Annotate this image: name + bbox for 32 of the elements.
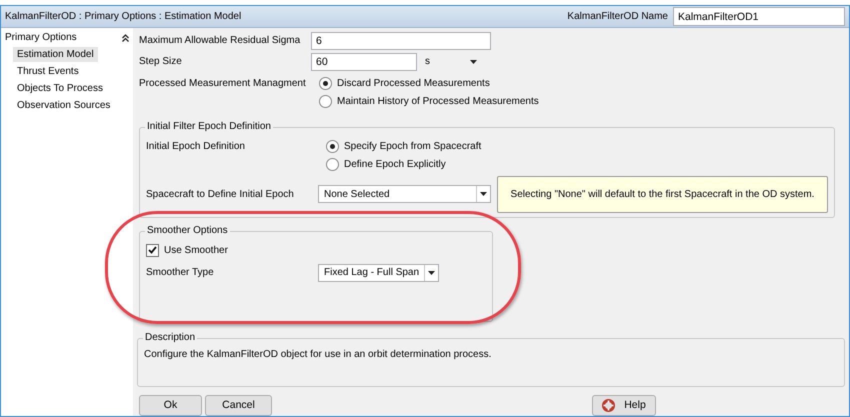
- description-text: Configure the KalmanFilterOD object for use in an orbit determination process.: [144, 348, 492, 362]
- sidebar-item[interactable]: Estimation Model: [13, 47, 98, 62]
- input-field[interactable]: 60: [311, 52, 417, 70]
- info-note: Selecting "None" will default to the first Spacecraft in the OD system.: [497, 176, 828, 212]
- field-label: Smoother Type: [146, 266, 215, 280]
- group-title: Initial Filter Epoch Definition: [145, 120, 273, 132]
- sidebar-item[interactable]: Observation Sources: [13, 98, 114, 113]
- option-label: Specify Epoch from Spacecraft: [344, 140, 482, 154]
- option-label: Define Epoch Explicitly: [344, 158, 446, 172]
- field-label: Processed Measurement Managment: [139, 76, 307, 90]
- option-label: Discard Processed Measurements: [337, 77, 490, 91]
- sidebar-heading[interactable]: Primary Options: [5, 30, 77, 45]
- input-field[interactable]: 6: [311, 32, 491, 50]
- spacecraft-dropdown[interactable]: None Selected: [318, 185, 491, 203]
- unit-dropdown[interactable]: s: [420, 52, 480, 70]
- name-label: KalmanFilterOD Name: [567, 10, 668, 24]
- name-field[interactable]: KalmanFilterOD1: [673, 7, 845, 26]
- field-label: Initial Epoch Definition: [146, 140, 246, 154]
- field-label: Spacecraft to Define Initial Epoch: [146, 188, 295, 202]
- smoother-type-dropdown[interactable]: Fixed Lag - Full Span: [318, 264, 440, 282]
- sidebar-item[interactable]: Objects To Process: [13, 81, 107, 96]
- window-title: KalmanFilterOD : Primary Options : Estimation Model: [5, 10, 242, 24]
- sidebar-item[interactable]: Thrust Events: [13, 64, 83, 79]
- field-label: Step Size: [139, 55, 183, 69]
- help-button[interactable]: Help: [592, 395, 656, 416]
- option-label: Maintain History of Processed Measurements: [337, 95, 539, 109]
- cancel-button[interactable]: Cancel: [205, 395, 272, 416]
- group-title: Description: [143, 332, 198, 344]
- checkbox-label: Use Smoother: [164, 244, 228, 258]
- group-title: Smoother Options: [145, 224, 230, 236]
- field-label: Maximum Allowable Residual Sigma: [139, 34, 302, 48]
- ok-button[interactable]: Ok: [139, 395, 202, 416]
